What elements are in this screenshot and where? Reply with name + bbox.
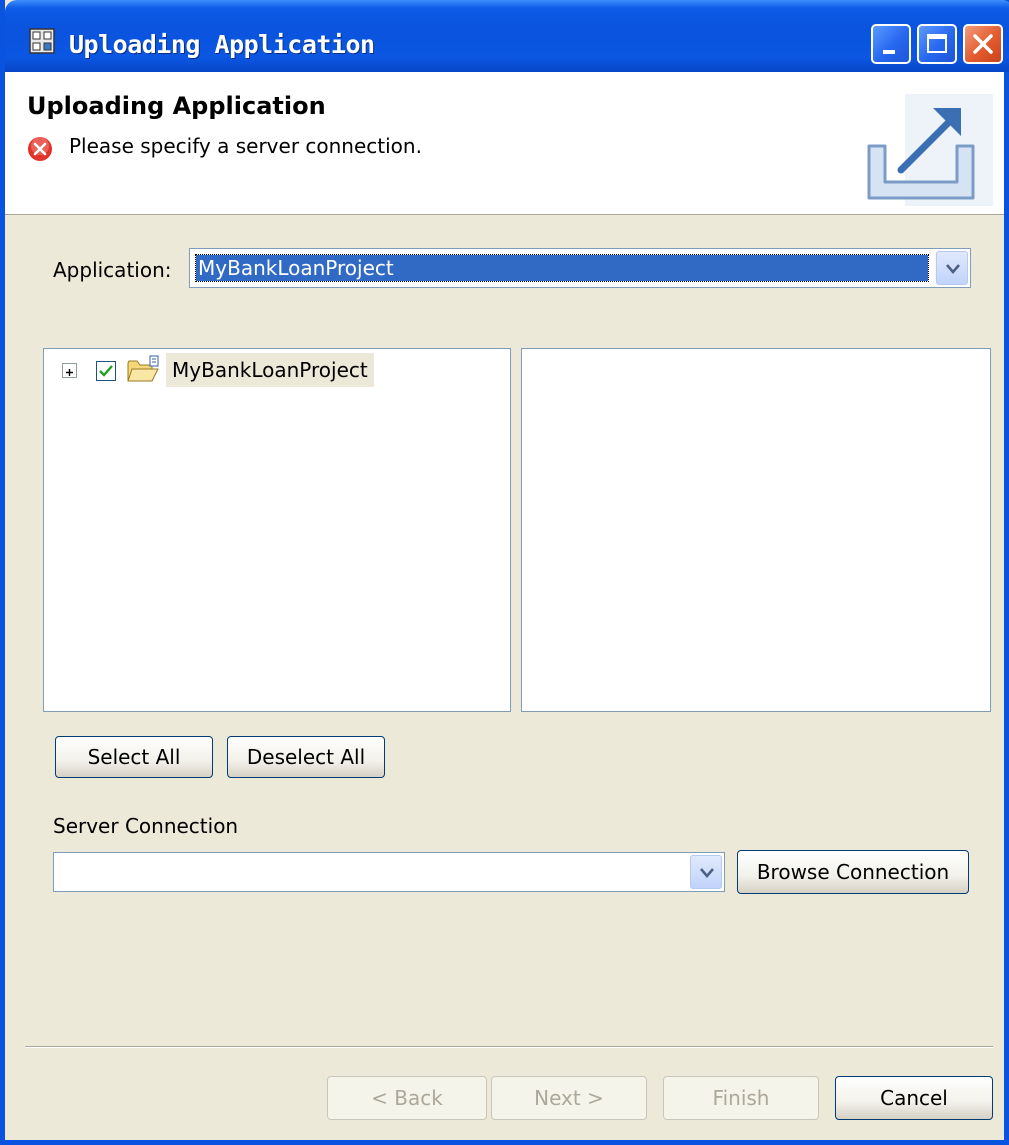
tree-item-label[interactable]: MyBankLoanProject — [166, 353, 374, 387]
next-button[interactable]: Next > — [491, 1076, 647, 1120]
title-bar[interactable]: Uploading Application — [5, 0, 1009, 72]
maximize-button[interactable] — [917, 24, 957, 64]
deselect-all-button[interactable]: Deselect All — [227, 736, 385, 778]
cancel-label: Cancel — [880, 1086, 948, 1110]
chevron-down-icon — [700, 868, 714, 878]
upload-icon — [867, 94, 993, 206]
application-label: Application: — [53, 258, 172, 282]
select-all-button[interactable]: Select All — [55, 736, 213, 778]
browse-connection-button[interactable]: Browse Connection — [737, 850, 969, 894]
server-connection-label: Server Connection — [53, 814, 239, 838]
footer-separator — [25, 1046, 993, 1048]
plus-icon — [66, 369, 73, 376]
minimize-button[interactable] — [871, 24, 911, 64]
dialog-window: Uploading Application Uploading Applicat… — [0, 0, 1009, 1145]
application-dropdown-button[interactable] — [936, 251, 968, 285]
maximize-icon — [927, 34, 947, 53]
window-title: Uploading Application — [69, 30, 375, 59]
resource-tree[interactable]: MyBankLoanProject — [43, 348, 511, 712]
minimize-icon — [883, 50, 895, 54]
app-window-icon — [29, 28, 55, 54]
application-selected-value: MyBankLoanProject — [195, 254, 929, 282]
error-icon — [28, 137, 52, 161]
server-connection-dropdown-button[interactable] — [690, 855, 722, 889]
close-icon — [973, 34, 993, 54]
select-all-label: Select All — [87, 745, 181, 769]
server-connection-combo[interactable] — [53, 852, 725, 892]
back-button[interactable]: < Back — [327, 1076, 487, 1120]
application-combo[interactable]: MyBankLoanProject — [189, 248, 971, 288]
tree-item-checkbox[interactable] — [96, 361, 116, 381]
page-title: Uploading Application — [27, 92, 326, 120]
checkmark-icon — [99, 365, 113, 377]
cancel-button[interactable]: Cancel — [835, 1076, 993, 1120]
status-message: Please specify a server connection. — [69, 134, 422, 158]
tree-expand-toggle[interactable] — [62, 363, 77, 378]
wizard-header: Uploading Application Please specify a s… — [5, 72, 1004, 215]
finish-label: Finish — [712, 1086, 770, 1110]
next-label: Next > — [534, 1086, 604, 1110]
back-label: < Back — [371, 1086, 443, 1110]
finish-button[interactable]: Finish — [663, 1076, 819, 1120]
detail-pane — [521, 348, 991, 712]
project-folder-icon — [127, 355, 159, 382]
close-button[interactable] — [963, 24, 1003, 64]
browse-connection-label: Browse Connection — [756, 860, 950, 884]
deselect-all-label: Deselect All — [246, 745, 366, 769]
chevron-down-icon — [946, 264, 960, 274]
